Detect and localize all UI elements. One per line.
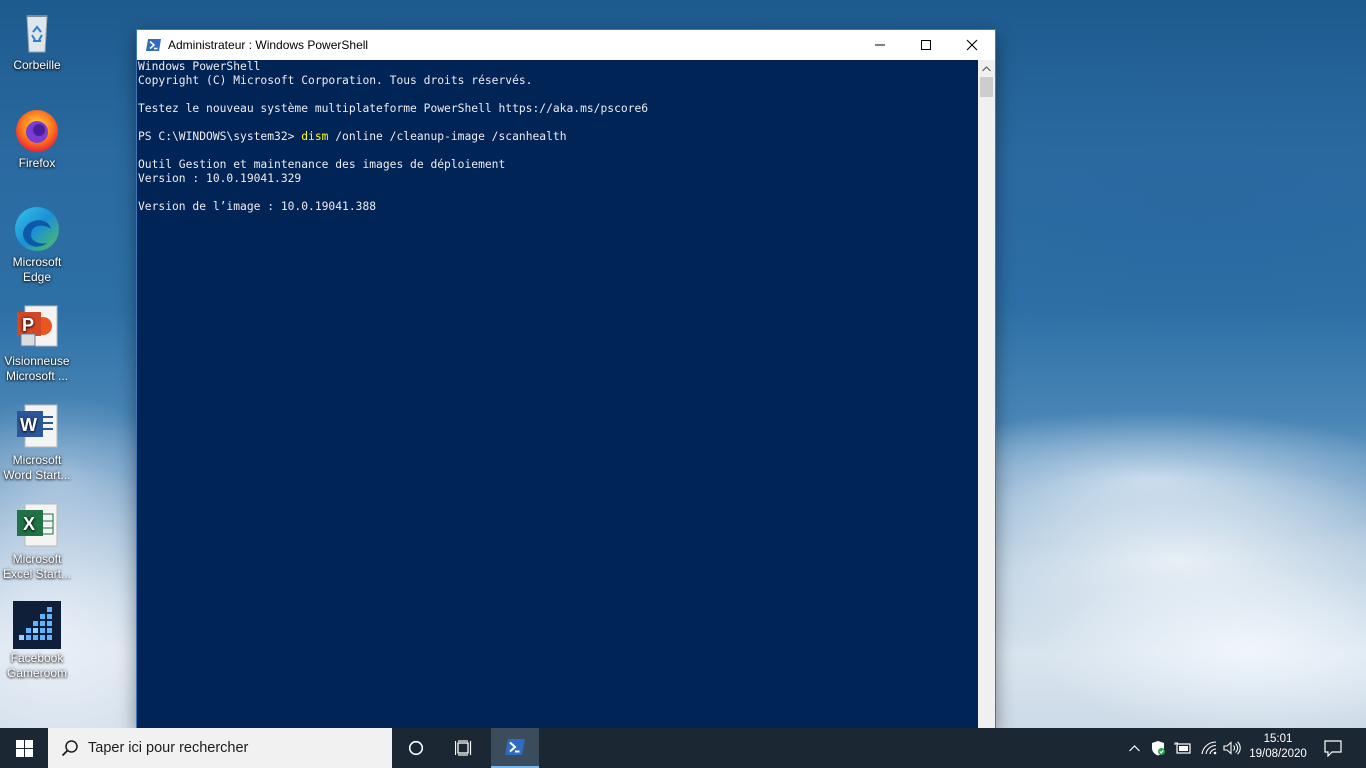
- desktop-icon-label: Facebook Gameroom: [6, 651, 68, 680]
- powershell-icon: [505, 739, 525, 755]
- console-command: dism: [301, 130, 329, 143]
- console-command-args: /online /cleanup-image /scanhealth: [328, 130, 567, 143]
- taskbar-search-box[interactable]: Taper ici pour rechercher: [48, 728, 392, 768]
- search-placeholder: Taper ici pour rechercher: [88, 740, 249, 756]
- desktop-icon-edge[interactable]: Microsoft Edge: [2, 205, 72, 285]
- volume-button[interactable]: [1221, 728, 1243, 768]
- show-hidden-icons-button[interactable]: [1125, 728, 1143, 768]
- window-titlebar[interactable]: Administrateur : Windows PowerShell: [137, 30, 995, 60]
- scrollbar-thumb[interactable]: [980, 77, 993, 97]
- task-view-button[interactable]: [440, 728, 488, 768]
- console-line: Version de l’image : 10.0.19041.388: [138, 200, 377, 213]
- search-icon: [60, 738, 80, 758]
- task-view-icon: [455, 740, 472, 756]
- shield-icon: [1152, 741, 1165, 756]
- desktop-icon-firefox[interactable]: Firefox: [2, 106, 72, 171]
- svg-text:W: W: [20, 415, 37, 435]
- battery-icon: [1174, 742, 1191, 754]
- minimize-button[interactable]: [857, 30, 903, 60]
- taskbar-powershell-button[interactable]: [491, 728, 539, 768]
- chevron-up-icon: [982, 65, 991, 71]
- desktop-icon-label: Microsoft Word Start...: [3, 453, 71, 482]
- console-output[interactable]: Windows PowerShell Copyright (C) Microso…: [137, 60, 978, 728]
- taskbar: Taper ici pour rechercher 15:01 19/08/20…: [0, 728, 1366, 768]
- recycle-bin-icon: [13, 8, 61, 56]
- powerpoint-viewer-icon: P: [13, 304, 61, 352]
- scroll-up-button[interactable]: [978, 60, 995, 77]
- powershell-window[interactable]: Administrateur : Windows PowerShell Wind…: [137, 30, 995, 728]
- speaker-icon: [1223, 741, 1241, 755]
- close-button[interactable]: [949, 30, 995, 60]
- action-center-button[interactable]: [1318, 728, 1348, 768]
- powershell-icon: [146, 37, 162, 53]
- start-button[interactable]: [0, 728, 48, 768]
- cortana-icon: [408, 740, 424, 756]
- windows-security-button[interactable]: [1148, 728, 1168, 768]
- taskbar-clock[interactable]: 15:01 19/08/2020: [1244, 728, 1312, 768]
- console-scrollbar[interactable]: [978, 60, 995, 728]
- edge-icon: [13, 205, 61, 253]
- desktop-icon-label: Microsoft Excel Start...: [2, 552, 72, 581]
- clock-date: 19/08/2020: [1249, 748, 1307, 760]
- word-icon: W: [13, 403, 61, 451]
- window-title: Administrateur : Windows PowerShell: [168, 38, 369, 52]
- svg-text:X: X: [23, 514, 35, 534]
- minimize-icon: [875, 44, 885, 46]
- windows-logo-icon: [15, 739, 33, 757]
- wifi-icon: [1201, 741, 1217, 755]
- desktop-icon-label: Firefox: [18, 156, 56, 170]
- console-command-line: PS C:\WINDOWS\system32> dism /online /cl…: [138, 130, 978, 144]
- svg-text:P: P: [22, 315, 34, 335]
- console-line: Version : 10.0.19041.329: [138, 172, 302, 185]
- desktop-icon-label: Microsoft Edge: [12, 255, 62, 284]
- cortana-button[interactable]: [392, 728, 440, 768]
- clock-time: 15:01: [1263, 733, 1293, 745]
- desktop-icon-excel[interactable]: X Microsoft Excel Start...: [2, 502, 72, 582]
- battery-button[interactable]: [1172, 728, 1194, 768]
- console-prompt: PS C:\WINDOWS\system32>: [138, 130, 302, 143]
- notification-icon: [1324, 739, 1342, 757]
- chevron-up-icon: [1128, 744, 1140, 751]
- maximize-button[interactable]: [903, 30, 949, 60]
- desktop-icon-recycle-bin[interactable]: Corbeille: [2, 8, 72, 73]
- close-icon: [966, 39, 978, 51]
- desktop-icon-word[interactable]: W Microsoft Word Start...: [2, 403, 72, 483]
- console-line: Copyright (C) Microsoft Corporation. Tou…: [138, 74, 533, 87]
- console-line: Testez le nouveau système multiplateform…: [138, 102, 649, 115]
- excel-icon: X: [13, 502, 61, 550]
- desktop-icon-gameroom[interactable]: Facebook Gameroom: [2, 601, 72, 681]
- gameroom-icon: [13, 601, 61, 649]
- console-line: Outil Gestion et maintenance des images …: [138, 158, 506, 171]
- maximize-icon: [921, 40, 931, 50]
- console-line: Windows PowerShell: [138, 60, 261, 73]
- firefox-icon: [13, 106, 61, 154]
- desktop-icon-label: Visionneuse Microsoft ...: [4, 354, 70, 383]
- network-button[interactable]: [1198, 728, 1220, 768]
- desktop-icon-powerpoint-viewer[interactable]: P Visionneuse Microsoft ...: [2, 304, 72, 384]
- desktop-icon-label: Corbeille: [13, 58, 61, 72]
